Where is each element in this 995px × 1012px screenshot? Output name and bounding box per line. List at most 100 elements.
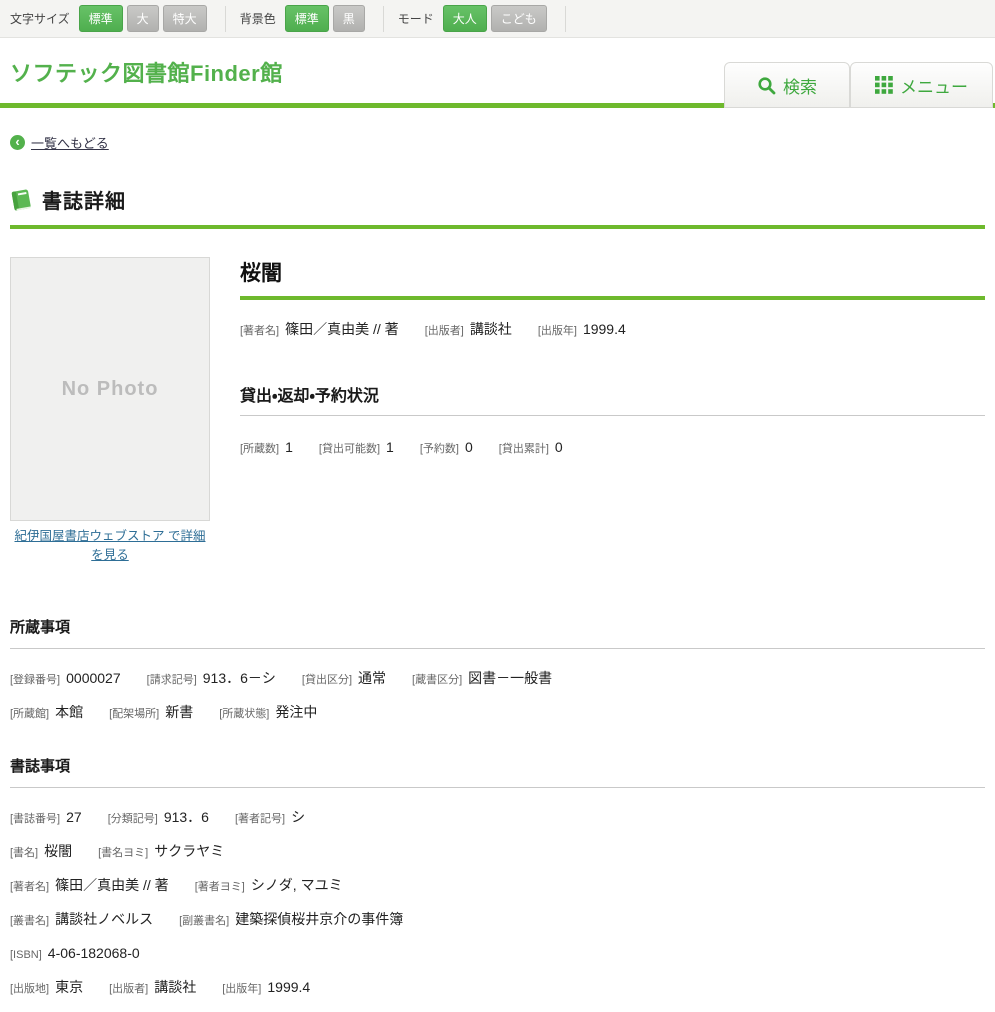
search-tab[interactable]: 検索	[724, 62, 850, 108]
field-label: [予約数]	[420, 443, 459, 455]
field-value: 篠田／真由美 // 著	[285, 321, 399, 337]
bg-standard-button[interactable]: 標準	[285, 5, 329, 32]
main-content: ‹ 一覧へもどる 書誌詳細 No Photo 紀伊国屋書店ウェブストア で詳細を…	[0, 133, 995, 998]
field-label: [請求記号]	[147, 674, 197, 686]
field-label: [著者名]	[10, 881, 49, 893]
detail-row: [ISBN]4-06-182068-0	[10, 944, 985, 964]
field-label: [分類記号]	[108, 813, 158, 825]
field-value: 0	[555, 439, 563, 455]
field-label: [所蔵数]	[240, 443, 279, 455]
search-tab-label: 検索	[783, 73, 817, 98]
field-label: [出版者]	[109, 983, 148, 995]
field-label: [貸出累計]	[499, 443, 549, 455]
field-label: [著者記号]	[235, 813, 285, 825]
field-value: 通常	[358, 670, 386, 686]
font-size-xlarge-button[interactable]: 特大	[163, 5, 207, 32]
title-underline	[10, 225, 985, 229]
field-value: 新書	[165, 704, 193, 720]
field-value: 0	[465, 439, 473, 455]
field-label: [登録番号]	[10, 674, 60, 686]
field-label: [書名ヨミ]	[98, 847, 148, 859]
field-value: 桜闇	[44, 843, 72, 859]
site-title[interactable]: ソフテック図書館Finder館	[10, 56, 283, 88]
field-label: [出版者]	[425, 325, 464, 337]
field-label: [叢書名]	[10, 915, 49, 927]
field-label: [書名]	[10, 847, 38, 859]
font-size-large-button[interactable]: 大	[127, 5, 159, 32]
field-value: 913．6	[164, 809, 209, 825]
field-value: 27	[66, 809, 82, 825]
biblio-rows: [書誌番号] 27 [分類記号] 913．6 [著者記号] シ [書名] 桜闇 [書名ヨミ] サク…	[10, 808, 985, 998]
biblio-section-rule	[10, 787, 985, 788]
field-value: シ	[291, 809, 305, 825]
background-color-label: 背景色	[240, 10, 276, 27]
biblio-section-title: 書誌事項	[10, 755, 985, 776]
back-to-list-link[interactable]: 一覧へもどる	[31, 133, 109, 152]
field-value: 1	[386, 439, 394, 455]
search-icon	[757, 76, 776, 95]
field-value: 講談社	[154, 979, 196, 995]
field-label: [書誌番号]	[10, 813, 60, 825]
bg-black-button[interactable]: 黒	[333, 5, 365, 32]
field-label: [著者名]	[240, 325, 279, 337]
detail-row: [書誌番号] 27 [分類記号] 913．6 [著者記号] シ	[10, 808, 985, 828]
field-label: [所蔵館]	[10, 708, 49, 720]
page-title: 書誌詳細	[42, 185, 126, 214]
mode-label: モード	[398, 10, 434, 27]
menu-grid-icon	[875, 76, 893, 94]
holding-section-title: 所蔵事項	[10, 616, 985, 637]
field-label: [貸出区分]	[302, 674, 352, 686]
book-detail-block: No Photo 紀伊国屋書店ウェブストア で詳細を見る 桜闇 [著者名] 篠田／…	[10, 257, 985, 566]
field-value: シノダ, マユミ	[251, 877, 343, 893]
field-value: 1999.4	[583, 321, 626, 337]
background-color-group: 背景色 標準 黒	[226, 6, 384, 32]
field-value: 建築探偵桜井京介の事件簿	[235, 911, 403, 927]
font-size-label: 文字サイズ	[10, 10, 70, 27]
book-summary-row: [著者名] 篠田／真由美 // 著 [出版者] 講談社 [出版年] 1999.4	[240, 320, 985, 340]
status-values-row: [所蔵数] 1 [貸出可能数] 1 [予約数] 0 [貸出累計] 0	[240, 438, 985, 458]
field-value: サクラヤミ	[154, 843, 224, 859]
back-arrow-icon: ‹	[10, 135, 25, 150]
field-label: [蔵書区分]	[412, 674, 462, 686]
back-link-row: ‹ 一覧へもどる	[10, 133, 985, 152]
field-value: 発注中	[275, 704, 317, 720]
header-tabs: 検索 メニュー	[724, 62, 993, 108]
field-value: 913．6－シ	[203, 670, 276, 686]
book-icon	[10, 188, 32, 212]
holding-section-rule	[10, 648, 985, 649]
detail-row: [叢書名]講談社ノベルス[副叢書名]建築探偵桜井京介の事件簿	[10, 910, 985, 930]
accessibility-toolbar: 文字サイズ 標準 大 特大 背景色 標準 黒 モード 大人 こども	[0, 0, 995, 38]
kinokuniya-store-link[interactable]: 紀伊国屋書店ウェブストア で詳細を見る	[10, 527, 210, 566]
field-label: [出版年]	[222, 983, 261, 995]
site-header: ソフテック図書館Finder館 検索 メニュー	[0, 38, 995, 103]
status-section-rule	[240, 415, 985, 416]
cover-column: No Photo 紀伊国屋書店ウェブストア で詳細を見る	[10, 257, 210, 566]
detail-row: [登録番号] 0000027 [請求記号] 913．6－シ [貸出区分] 通常 [蔵書区分]…	[10, 669, 985, 689]
no-photo-label: No Photo	[62, 378, 159, 401]
field-value: 1	[285, 439, 293, 455]
field-label: [副叢書名]	[179, 915, 229, 927]
page-title-row: 書誌詳細	[10, 185, 985, 214]
mode-adult-button[interactable]: 大人	[443, 5, 487, 32]
book-info-column: 桜闇 [著者名] 篠田／真由美 // 著 [出版者] 講談社 [出版年] 1999.4 貸…	[240, 257, 985, 566]
status-section-title: 貸出・返却・予約状況	[240, 382, 985, 406]
detail-row: [著者名] 篠田／真由美 // 著 [著者ヨミ] シノダ, マユミ	[10, 876, 985, 896]
field-label: [出版年]	[538, 325, 577, 337]
detail-row: [所蔵館]本館[配架場所]新書[所蔵状態]発注中	[10, 703, 985, 723]
menu-tab[interactable]: メニュー	[850, 62, 993, 108]
font-size-standard-button[interactable]: 標準	[79, 5, 123, 32]
field-value: 0000027	[66, 670, 121, 686]
detail-row: [出版地]東京[出版者]講談社[出版年]1999.4	[10, 978, 985, 998]
mode-group: モード 大人 こども	[384, 6, 566, 32]
mode-kids-button[interactable]: こども	[491, 5, 547, 32]
field-label: [著者ヨミ]	[195, 881, 245, 893]
font-size-group: 文字サイズ 標準 大 特大	[10, 6, 226, 32]
field-value: 4-06-182068-0	[48, 945, 140, 961]
field-label: [出版地]	[10, 983, 49, 995]
field-value: 講談社	[470, 321, 512, 337]
field-label: [貸出可能数]	[319, 443, 380, 455]
field-value: 図書－一般書	[468, 670, 552, 686]
book-title: 桜闇	[240, 257, 985, 287]
field-value: 篠田／真由美 // 著	[55, 877, 169, 893]
detail-row: [書名] 桜闇 [書名ヨミ] サクラヤミ	[10, 842, 985, 862]
